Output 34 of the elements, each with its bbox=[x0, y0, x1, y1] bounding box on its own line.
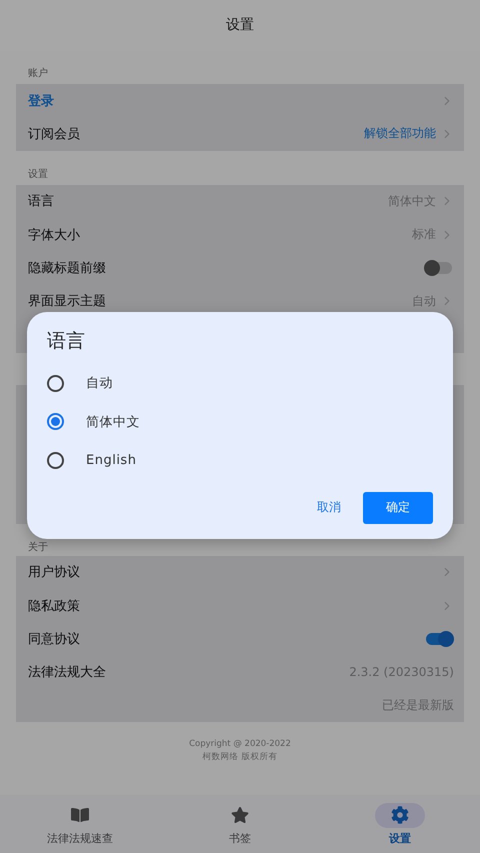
page-title: 设置 bbox=[226, 16, 254, 34]
settings-icon bbox=[391, 806, 409, 824]
book-icon bbox=[71, 806, 89, 824]
settings-row[interactable]: 界面显示主题 自动 bbox=[16, 284, 464, 318]
toggle-switch[interactable] bbox=[426, 632, 452, 645]
radio-button[interactable] bbox=[47, 374, 64, 392]
toggle-switch[interactable] bbox=[426, 262, 452, 274]
star-icon bbox=[231, 806, 249, 824]
copyright-text: 柯数网络 版权所有 bbox=[202, 751, 278, 764]
settings-row[interactable]: 用户协议 bbox=[16, 556, 464, 589]
nav-tab[interactable]: 设置 bbox=[320, 795, 480, 853]
option-label: 自动 bbox=[86, 375, 113, 392]
settings-row[interactable]: 字体大小 标准 bbox=[16, 218, 464, 252]
cancel-button[interactable]: 取消 bbox=[309, 491, 349, 524]
option-label: 简体中文 bbox=[86, 414, 140, 431]
nav-tab[interactable]: 法律法规速查 bbox=[0, 795, 160, 853]
copyright-text: Copyright @ 2020-2022 bbox=[189, 738, 291, 752]
row-label: 法律法规大全 bbox=[28, 664, 107, 682]
settings-row[interactable]: 语言 简体中文 bbox=[16, 184, 464, 218]
dialog-title: 语言 bbox=[47, 329, 85, 354]
option-label: English bbox=[86, 452, 136, 468]
settings-row[interactable]: 隐私政策 bbox=[16, 588, 464, 622]
confirm-button[interactable]: 确定 bbox=[363, 492, 433, 524]
update-status: 已经是最新版 bbox=[382, 696, 454, 714]
settings-row[interactable]: 订阅会员 解锁全部功能 bbox=[16, 117, 464, 151]
section-label: 关于 bbox=[27, 540, 49, 555]
nav-tab[interactable]: 书签 bbox=[160, 795, 320, 853]
row-label: 同意协议 bbox=[28, 630, 81, 648]
radio-button[interactable] bbox=[47, 452, 64, 469]
section-label: 设置 bbox=[27, 168, 49, 182]
radio-button[interactable] bbox=[47, 413, 64, 430]
version-text: 2.3.2 (20230315) bbox=[349, 665, 454, 680]
row-label: 隐藏标题前缀 bbox=[28, 260, 107, 277]
section-label: 账户 bbox=[27, 66, 49, 81]
